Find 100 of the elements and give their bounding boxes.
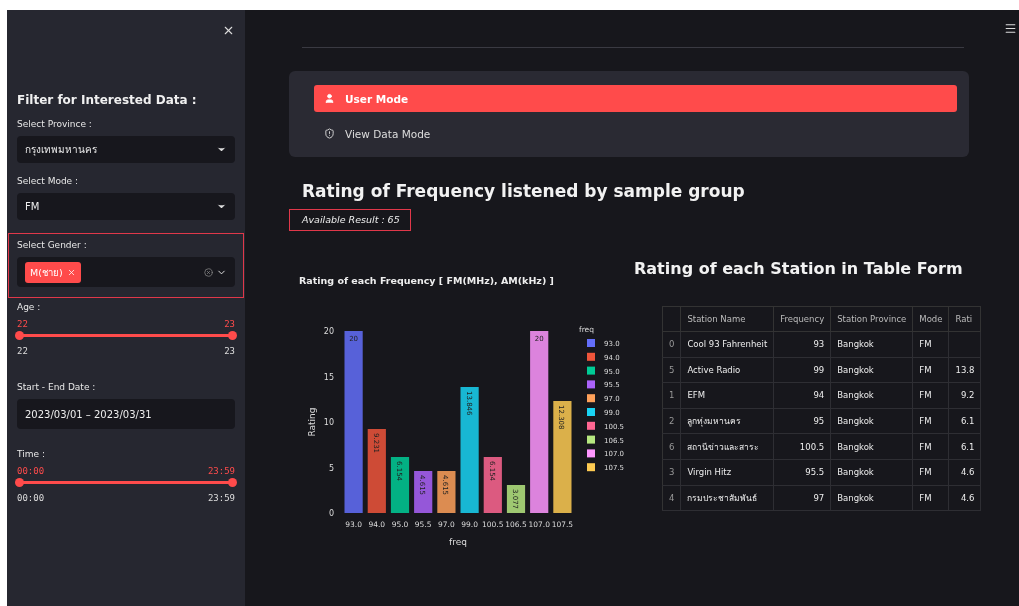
table-cell: Bangkok — [830, 459, 913, 486]
legend-swatch — [587, 339, 595, 347]
table-cell: FM — [912, 485, 949, 511]
chart-bar — [483, 457, 502, 513]
table-cell: กรมประชาสัมพันธ์ — [680, 485, 774, 511]
table-cell: 99 — [773, 357, 831, 383]
close-icon — [222, 24, 235, 37]
slider-max: 23:59 — [207, 493, 235, 503]
slider-handle[interactable] — [228, 331, 237, 340]
remove-icon[interactable] — [66, 267, 76, 277]
chart-title: Rating of each Frequency [ FM(MHz), AM(kHz) ] — [299, 275, 555, 286]
row-index: 3 — [662, 459, 681, 486]
table-cell: ลูกทุ่งมหานคร — [680, 408, 774, 434]
legend-swatch — [587, 408, 595, 416]
chart-bar — [437, 471, 456, 513]
chart-bar — [390, 457, 410, 513]
table-cell: Bangkok — [830, 485, 913, 511]
table-cell: สถานีข่าวและสาระ — [680, 433, 774, 460]
table-cell: 4.6 — [948, 459, 981, 486]
column-header[interactable]: Station Name — [680, 306, 774, 332]
slider-value: 00:00 — [17, 466, 45, 476]
section-heading: Rating of Frequency listened by sample group — [302, 181, 746, 201]
column-header[interactable]: Station Province — [830, 306, 913, 332]
legend-swatch — [587, 380, 595, 389]
table-cell: Bangkok — [830, 357, 913, 383]
slider-max: 23 — [224, 346, 235, 356]
slider-value: 22 — [17, 319, 28, 329]
table-cell: EFM — [680, 382, 774, 409]
field-label: Start - End Date : — [17, 382, 97, 392]
table-cell: 9.2 — [948, 382, 981, 409]
legend-swatch — [587, 463, 595, 472]
axis-tick-label: 15 — [323, 372, 334, 382]
sidebar-title: Filter for Interested Data : — [17, 93, 198, 107]
table-cell: 94 — [773, 382, 831, 409]
table-cell: FM — [912, 331, 949, 358]
table-cell: FM — [912, 433, 949, 460]
field-label: Time : — [17, 449, 46, 459]
table-cell: FM — [912, 357, 949, 383]
legend-swatch — [587, 449, 595, 458]
row-index: 4 — [662, 485, 681, 511]
legend-swatch — [587, 421, 595, 430]
column-header[interactable]: Frequency — [773, 306, 831, 332]
axis-title: freq — [449, 537, 467, 547]
row-index: 6 — [662, 433, 681, 460]
nav-item[interactable]: View Data Mode — [314, 120, 957, 147]
legend-swatch — [587, 394, 595, 403]
table-cell: 13.8 — [948, 357, 981, 383]
table-cell: Bangkok — [830, 331, 913, 358]
field-label: Select Province : — [17, 119, 93, 129]
field-label: Select Mode : — [17, 176, 80, 186]
field-label: Select Gender : — [17, 240, 88, 250]
menu-icon — [1004, 22, 1017, 35]
table-cell: 97 — [773, 485, 831, 511]
table-cell: FM — [912, 382, 949, 409]
user-icon — [324, 93, 335, 104]
slider-handle[interactable] — [15, 331, 24, 340]
column-header[interactable]: Rati — [948, 306, 981, 332]
row-index: 2 — [662, 408, 681, 434]
table-cell: 6.1 — [948, 433, 981, 460]
table-cell: 100.5 — [773, 433, 831, 460]
axis-tick-label: 0 — [328, 509, 334, 518]
row-index: 5 — [662, 357, 681, 383]
table-cell: 95 — [773, 408, 831, 434]
field-label: Age : — [17, 302, 42, 312]
table-cell: 95.5 — [773, 459, 831, 486]
table-cell: 6.1 — [948, 408, 981, 434]
table-title: Rating of each Station in Table Form — [634, 259, 964, 278]
select-field[interactable]: FM — [17, 193, 235, 220]
table-cell: 4.6 — [948, 485, 981, 511]
slider-value: 23 — [224, 319, 235, 329]
chart-bar — [414, 471, 433, 513]
axis-tick-label: 10 — [323, 418, 334, 427]
slider-handle[interactable] — [15, 478, 24, 487]
clear-icon[interactable] — [204, 267, 213, 277]
date-field[interactable]: 2023/03/01 – 2023/03/31 — [17, 399, 235, 429]
axis-tick-label: 5 — [328, 463, 334, 473]
legend-swatch — [587, 352, 595, 361]
table-cell: FM — [912, 408, 949, 434]
table-cell: Bangkok — [830, 408, 913, 434]
row-index: 1 — [662, 382, 681, 409]
chart-bar — [506, 485, 526, 513]
table-cell: 93 — [773, 331, 831, 358]
slider-min: 22 — [17, 346, 28, 356]
legend-swatch — [587, 435, 595, 444]
table-cell: Bangkok — [830, 382, 913, 409]
slider-min: 00:00 — [17, 493, 45, 503]
slider-handle[interactable] — [228, 478, 237, 487]
legend-swatch — [587, 366, 595, 375]
table-cell: Cool 93 Fahrenheit — [680, 331, 774, 358]
table-cell: FM — [912, 459, 949, 486]
row-index: 0 — [662, 331, 681, 358]
table-cell: Bangkok — [830, 433, 913, 460]
result-count: Available Result : 65 — [289, 209, 411, 231]
select-field[interactable]: กรุงเทพมหานคร — [17, 136, 235, 163]
axis-title: Rating — [307, 407, 317, 437]
axis-tick-label: 20 — [323, 327, 334, 336]
table-cell: Virgin Hitz — [680, 459, 774, 486]
column-header[interactable]: Mode — [912, 306, 949, 332]
shield-icon — [324, 128, 335, 139]
table-cell: Active Radio — [680, 357, 774, 383]
